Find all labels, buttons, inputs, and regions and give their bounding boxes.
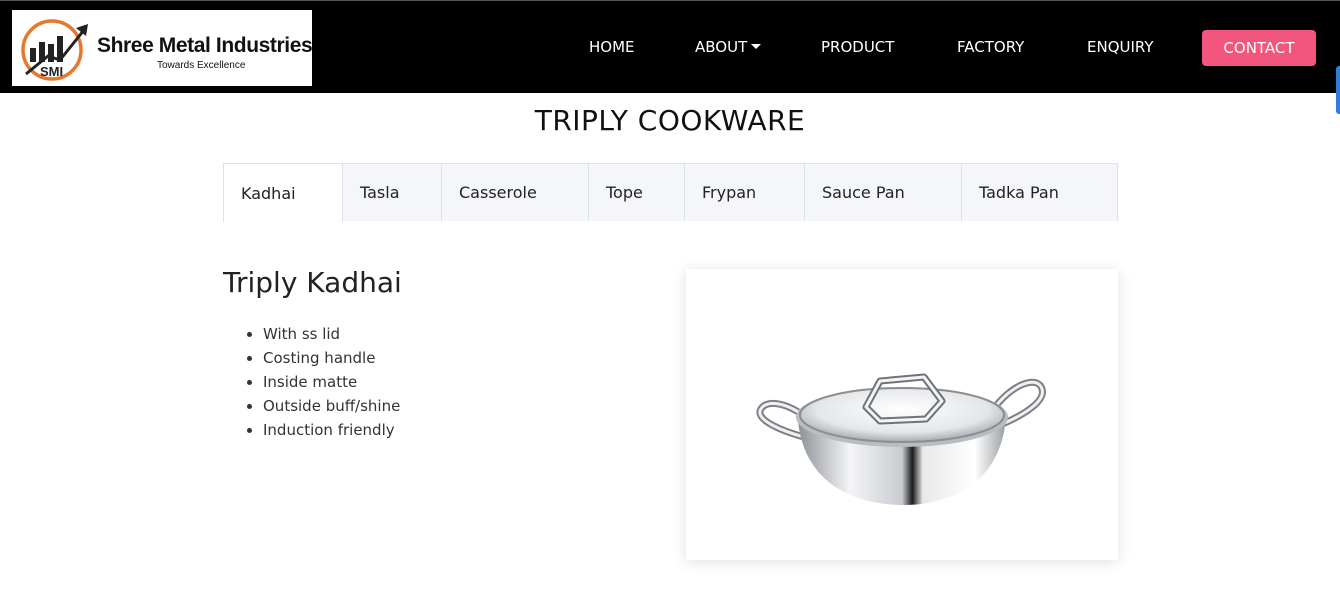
- tab-casserole[interactable]: Casserole: [441, 163, 589, 221]
- tab-frypan[interactable]: Frypan: [684, 163, 805, 221]
- nav-product[interactable]: PRODUCT: [821, 38, 894, 56]
- page-title: TRIPLY COOKWARE: [534, 104, 806, 137]
- product-image-card: [686, 269, 1118, 560]
- feature-list: With ss lid Costing handle Inside matte …: [263, 322, 400, 442]
- nav-factory[interactable]: FACTORY: [957, 38, 1024, 56]
- nav-home[interactable]: HOME: [589, 38, 635, 56]
- main-nav: HOME ABOUT PRODUCT FACTORY ENQUIRY CONTA…: [0, 1, 1340, 94]
- tab-tadka-pan[interactable]: Tadka Pan: [961, 163, 1118, 221]
- product-tabs: Kadhai Tasla Casserole Tope Frypan Sauce…: [223, 163, 1118, 222]
- kadhai-with-lid-image: [756, 373, 1046, 505]
- feature-item: Induction friendly: [263, 418, 400, 442]
- feature-item: With ss lid: [263, 322, 400, 346]
- contact-button[interactable]: CONTACT: [1202, 30, 1316, 66]
- caret-down-icon: [751, 44, 762, 49]
- feature-item: Outside buff/shine: [263, 394, 400, 418]
- nav-about[interactable]: ABOUT: [695, 38, 762, 56]
- tab-sauce-pan[interactable]: Sauce Pan: [804, 163, 962, 221]
- nav-enquiry[interactable]: ENQUIRY: [1087, 38, 1154, 56]
- site-header: SMI Shree Metal Industries Towards Excel…: [0, 0, 1340, 93]
- tab-tasla[interactable]: Tasla: [342, 163, 442, 221]
- tab-tope[interactable]: Tope: [588, 163, 685, 221]
- feature-item: Inside matte: [263, 370, 400, 394]
- product-title: Triply Kadhai: [223, 266, 402, 299]
- feature-item: Costing handle: [263, 346, 400, 370]
- nav-about-label: ABOUT: [695, 38, 748, 56]
- tab-kadhai[interactable]: Kadhai: [223, 163, 343, 222]
